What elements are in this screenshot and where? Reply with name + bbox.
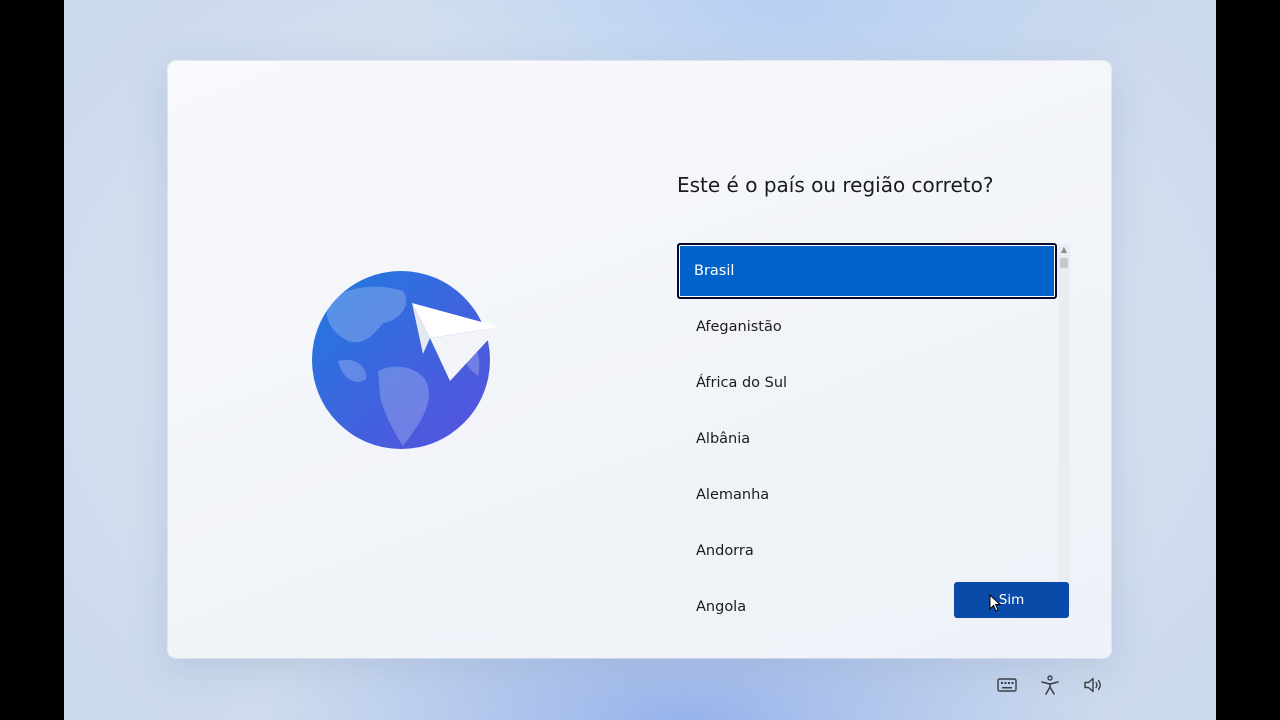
volume-icon[interactable] bbox=[1082, 674, 1104, 696]
list-item-brasil[interactable]: Brasil bbox=[677, 243, 1057, 299]
accessibility-icon[interactable] bbox=[1039, 674, 1061, 696]
list-item-alemanha[interactable]: Alemanha bbox=[677, 467, 1057, 523]
list-scrollbar[interactable]: ▲ ▼ bbox=[1058, 244, 1070, 612]
country-list[interactable]: Brasil Afeganistão África do Sul Albânia… bbox=[677, 243, 1057, 615]
page-title: Este é o país ou região correto? bbox=[677, 173, 994, 197]
yes-button[interactable]: Sim bbox=[954, 582, 1069, 618]
globe-paper-plane-icon bbox=[312, 271, 500, 449]
list-item-africa-do-sul[interactable]: África do Sul bbox=[677, 355, 1057, 411]
region-dialog: Este é o país ou região correto? Brasil … bbox=[168, 61, 1111, 658]
scroll-up-icon[interactable]: ▲ bbox=[1058, 244, 1070, 256]
list-item-afeganistao[interactable]: Afeganistão bbox=[677, 299, 1057, 355]
keyboard-icon[interactable] bbox=[996, 674, 1018, 696]
setup-screen: Este é o país ou região correto? Brasil … bbox=[64, 0, 1216, 720]
mouse-cursor-icon bbox=[989, 594, 1001, 612]
list-item-albania[interactable]: Albânia bbox=[677, 411, 1057, 467]
scrollbar-thumb[interactable] bbox=[1060, 258, 1068, 268]
list-item-andorra[interactable]: Andorra bbox=[677, 523, 1057, 579]
